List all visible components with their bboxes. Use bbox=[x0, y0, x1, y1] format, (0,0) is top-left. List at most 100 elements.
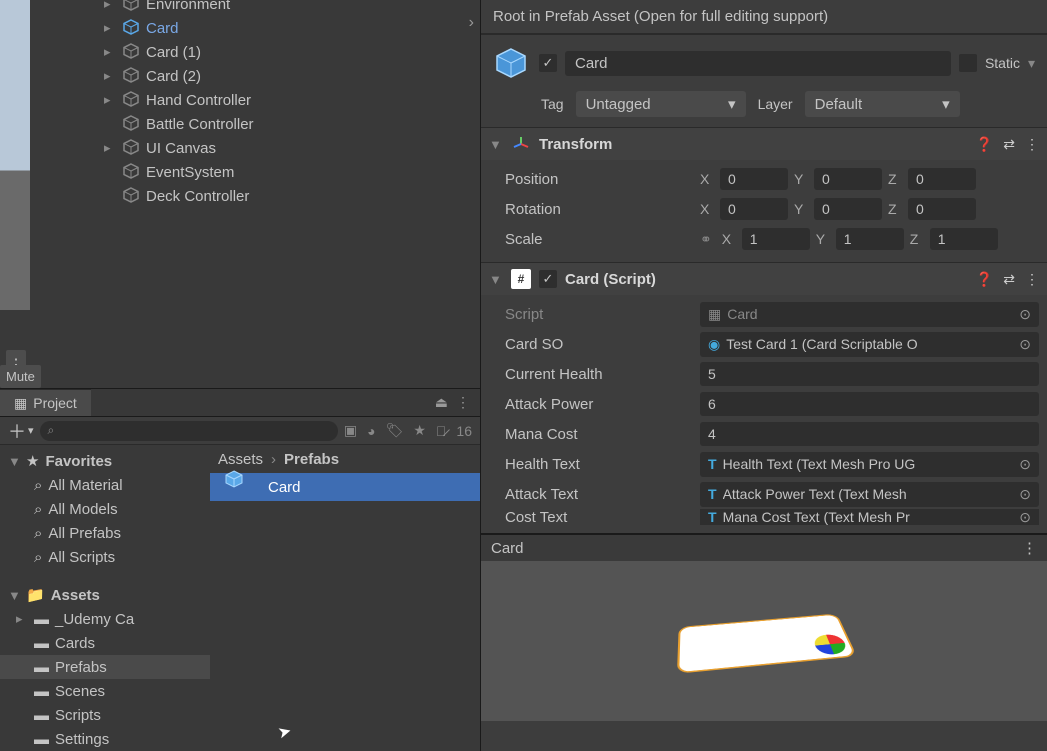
field-attack-text[interactable]: TAttack Power Text (Text Mesh⊙ bbox=[700, 482, 1039, 507]
scale-x[interactable]: 1 bbox=[742, 228, 810, 250]
object-picker-icon[interactable]: ⊙ bbox=[1019, 509, 1031, 525]
layer-dropdown[interactable]: Default▾ bbox=[805, 91, 960, 117]
assets-header[interactable]: ▼ 📁 Assets bbox=[0, 583, 210, 607]
field-cost-text[interactable]: TMana Cost Text (Text Mesh Pr⊙ bbox=[700, 509, 1039, 525]
tag-icon[interactable]: 🏷 bbox=[386, 422, 404, 439]
folder-icon: 📁 bbox=[26, 586, 45, 604]
scale-lock-icon[interactable]: ⚭ bbox=[700, 231, 712, 248]
lock-icon[interactable]: ⏏ bbox=[435, 394, 448, 411]
card-preview bbox=[677, 614, 857, 674]
preset-icon[interactable]: ⇄ bbox=[1003, 271, 1015, 288]
favorites-header[interactable]: ▼ ★ Favorites bbox=[0, 449, 210, 473]
search-icon: ⌕ bbox=[34, 549, 42, 566]
cube-icon bbox=[122, 90, 142, 110]
layer-label: Layer bbox=[758, 96, 793, 112]
hierarchy-item[interactable]: ▸Card bbox=[100, 16, 470, 40]
preview-body[interactable] bbox=[481, 561, 1047, 721]
hierarchy-item[interactable]: Battle Controller bbox=[100, 112, 470, 136]
asset-label: Card bbox=[268, 479, 301, 496]
card-script-component: ▼ # ✓ Card (Script) ❓ ⇄ ⋮ Script▦Card⊙Ca… bbox=[481, 262, 1047, 533]
kebab-icon[interactable]: ⋮ bbox=[1025, 136, 1039, 153]
prop-label: Script bbox=[505, 306, 700, 323]
help-icon[interactable]: ❓ bbox=[976, 271, 993, 288]
folder-item[interactable]: ▬Scenes bbox=[0, 679, 210, 703]
folder-icon: ▬ bbox=[34, 611, 49, 628]
object-name-input[interactable]: Card bbox=[565, 51, 951, 76]
object-picker-icon[interactable]: ⊙ bbox=[1019, 456, 1031, 473]
project-tab[interactable]: ▦ Project bbox=[0, 389, 91, 416]
favorite-item[interactable]: ⌕All Material bbox=[0, 473, 210, 497]
filter-type-icon[interactable]: ▣ bbox=[344, 422, 357, 439]
scale-z[interactable]: 1 bbox=[930, 228, 998, 250]
object-picker-icon[interactable]: ⊙ bbox=[1019, 336, 1031, 353]
hierarchy-item[interactable]: ▸UI Canvas bbox=[100, 136, 470, 160]
card-script-header[interactable]: ▼ # ✓ Card (Script) ❓ ⇄ ⋮ bbox=[481, 263, 1047, 295]
help-icon[interactable]: ❓ bbox=[976, 136, 993, 153]
hierarchy-item[interactable]: ▸Environment bbox=[100, 0, 470, 16]
preview-title: Card bbox=[491, 540, 524, 557]
preset-icon[interactable]: ⇄ bbox=[1003, 136, 1015, 153]
breadcrumb-assets[interactable]: Assets bbox=[218, 451, 263, 468]
project-icon: ▦ bbox=[14, 395, 27, 412]
active-checkbox[interactable]: ✓ bbox=[539, 54, 557, 72]
kebab-icon[interactable]: ⋮ bbox=[1022, 539, 1037, 557]
prop-label: Current Health bbox=[505, 366, 700, 383]
static-label: Static bbox=[985, 55, 1020, 71]
hierarchy-item[interactable]: Deck Controller bbox=[100, 184, 470, 208]
folder-item[interactable]: ▬Settings bbox=[0, 727, 210, 751]
object-picker-icon[interactable]: ⊙ bbox=[1019, 306, 1031, 323]
preview-panel: Card ⋮ bbox=[481, 533, 1047, 721]
rotation-z[interactable]: 0 bbox=[908, 198, 976, 220]
hierarchy-item[interactable]: ▸Card (2) bbox=[100, 64, 470, 88]
hierarchy-item[interactable]: ▸Hand Controller bbox=[100, 88, 470, 112]
tag-dropdown[interactable]: Untagged▾ bbox=[576, 91, 746, 117]
add-button[interactable]: ＋▾ bbox=[8, 418, 34, 444]
search-input[interactable]: ⌕ bbox=[40, 421, 338, 441]
static-checkbox[interactable] bbox=[959, 54, 977, 72]
cube-icon bbox=[122, 162, 142, 182]
breadcrumb-prefabs[interactable]: Prefabs bbox=[284, 451, 339, 468]
asset-card[interactable]: Card bbox=[210, 473, 480, 501]
prefab-icon bbox=[493, 45, 529, 81]
position-y[interactable]: 0 bbox=[814, 168, 882, 190]
mute-button[interactable]: Mute bbox=[0, 365, 41, 388]
favorite-item[interactable]: ⌕All Scripts bbox=[0, 545, 210, 569]
field-mana-cost[interactable]: 4 bbox=[700, 422, 1039, 446]
filter-label-icon[interactable]: ◕ bbox=[367, 423, 375, 439]
field-current-health[interactable]: 5 bbox=[700, 362, 1039, 386]
script-enabled-checkbox[interactable]: ✓ bbox=[539, 270, 557, 288]
field-health-text[interactable]: THealth Text (Text Mesh Pro UG⊙ bbox=[700, 452, 1039, 477]
folder-item[interactable]: ▸▬_Udemy Ca bbox=[0, 607, 210, 631]
position-z[interactable]: 0 bbox=[908, 168, 976, 190]
kebab-icon[interactable]: ⋮ bbox=[456, 394, 470, 411]
favorite-item[interactable]: ⌕All Prefabs bbox=[0, 521, 210, 545]
static-dropdown[interactable]: ▾ bbox=[1028, 55, 1035, 72]
field-card-so[interactable]: ◉Test Card 1 (Card Scriptable O⊙ bbox=[700, 332, 1039, 357]
hierarchy-item[interactable]: ▸Card (1) bbox=[100, 40, 470, 64]
hierarchy-item[interactable]: EventSystem bbox=[100, 160, 470, 184]
transform-header[interactable]: ▼ Transform ❓ ⇄ ⋮ bbox=[481, 128, 1047, 160]
folder-item[interactable]: ▬Cards bbox=[0, 631, 210, 655]
cube-icon bbox=[122, 66, 142, 86]
cube-icon bbox=[122, 114, 142, 134]
project-panel: ▦ Project ⏏ ⋮ ＋▾ ⌕ ▣ ◕ 🏷 ★ 👁̷ 16 bbox=[0, 388, 480, 751]
prop-label: Attack Power bbox=[505, 396, 700, 413]
rotation-y[interactable]: 0 bbox=[814, 198, 882, 220]
prefab-icon bbox=[224, 469, 260, 505]
position-label: Position bbox=[505, 171, 700, 188]
folder-item[interactable]: ▬Prefabs bbox=[0, 655, 210, 679]
field-script[interactable]: ▦Card⊙ bbox=[700, 302, 1039, 327]
hierarchy-panel: ▸Environment▸Card▸Card (1)▸Card (2)▸Hand… bbox=[100, 0, 470, 208]
visibility-icon[interactable]: 👁̷ bbox=[436, 423, 447, 439]
scale-y[interactable]: 1 bbox=[836, 228, 904, 250]
field-attack-power[interactable]: 6 bbox=[700, 392, 1039, 416]
rotation-x[interactable]: 0 bbox=[720, 198, 788, 220]
kebab-icon[interactable]: ⋮ bbox=[1025, 271, 1039, 288]
favorite-item[interactable]: ⌕All Models bbox=[0, 497, 210, 521]
star-icon[interactable]: ★ bbox=[413, 422, 426, 439]
prop-label: Cost Text bbox=[505, 509, 700, 525]
folder-icon: ▬ bbox=[34, 731, 49, 748]
position-x[interactable]: 0 bbox=[720, 168, 788, 190]
object-picker-icon[interactable]: ⊙ bbox=[1019, 486, 1031, 503]
folder-item[interactable]: ▬Scripts bbox=[0, 703, 210, 727]
